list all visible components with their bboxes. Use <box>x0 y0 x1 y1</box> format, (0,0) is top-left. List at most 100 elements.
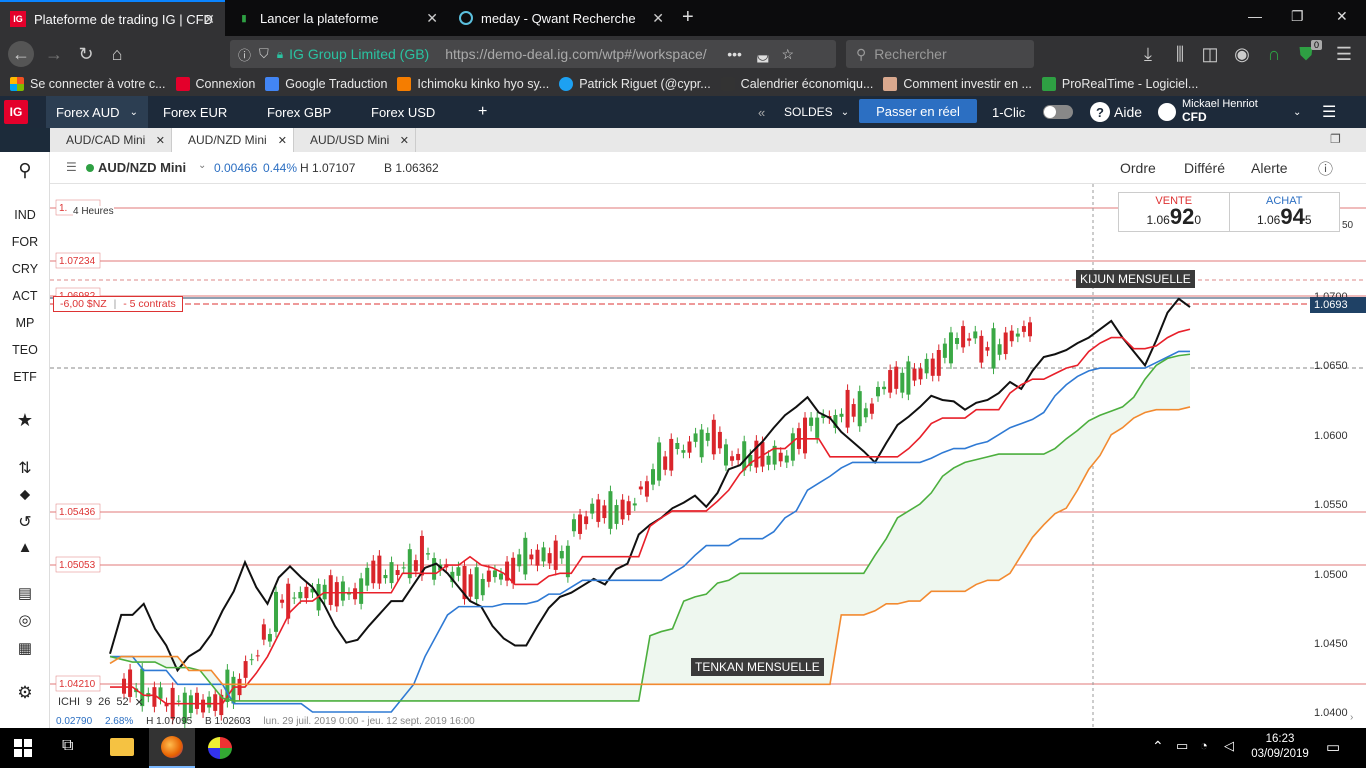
buy-button[interactable]: ACHAT 1.06945 <box>1230 193 1340 231</box>
history-icon[interactable]: ↺ <box>0 512 50 532</box>
network-icon[interactable]: ▭ <box>1176 738 1188 754</box>
pocket-icon[interactable]: ◛ <box>756 46 770 63</box>
nav-ind[interactable]: IND <box>0 208 50 222</box>
tag-icon[interactable]: ⬥ <box>0 486 50 503</box>
news-icon[interactable]: ▤ <box>0 584 50 602</box>
firefox-taskbar-icon[interactable] <box>149 728 195 768</box>
close-icon[interactable]: ✕ <box>135 696 144 709</box>
calendar-icon[interactable]: ▦ <box>0 639 50 657</box>
position-pnl-box[interactable]: -6,00 $NZ | - 5 contrats <box>53 296 183 312</box>
shield-icon[interactable]: ⛉ <box>259 46 269 62</box>
clock[interactable]: 16:23 03/09/2019 <box>1248 732 1312 762</box>
bookmark-1[interactable]: Se connecter à votre c... <box>10 77 166 91</box>
site-identity[interactable]: IG Group Limited (GB) <box>289 46 429 62</box>
nav-cry[interactable]: CRY <box>0 262 50 276</box>
add-workspace-button[interactable]: + <box>478 96 487 128</box>
market-tab-audusd[interactable]: AUD/USD Mini ✕ <box>294 128 416 152</box>
window-close-icon[interactable]: ✕ <box>1336 8 1348 25</box>
order-button[interactable]: Ordre <box>1120 160 1156 176</box>
nav-for[interactable]: FOR <box>0 235 50 249</box>
user-menu[interactable]: Mickael Henriot CFD <box>1182 98 1258 124</box>
volume-icon[interactable]: ◁ <box>1224 738 1234 754</box>
one-click-toggle[interactable] <box>1043 105 1073 119</box>
home-icon[interactable]: ⌂ <box>105 42 129 66</box>
url-bar[interactable]: ⓘ ⛉ 🔒︎ IG Group Limited (GB) https://dem… <box>230 40 836 68</box>
go-live-button[interactable]: Passer en réel <box>859 99 977 123</box>
nav-mp[interactable]: MP <box>0 316 50 330</box>
chevron-down-icon[interactable]: ⌄ <box>198 160 206 171</box>
download-icon[interactable]: ⤓ <box>1136 42 1160 66</box>
bookmark-8[interactable]: ProRealTime - Logiciel... <box>1041 77 1198 91</box>
help-icon[interactable]: ? <box>1090 102 1110 122</box>
close-icon[interactable]: ✕ <box>156 134 165 147</box>
help-label[interactable]: Aide <box>1114 96 1142 128</box>
search-input[interactable]: ⚲ Rechercher <box>846 40 1034 68</box>
browser-tab-launch[interactable]: ▮ Lancer la plateforme ✕ <box>226 0 448 36</box>
hamburger-icon[interactable]: ☰ <box>1322 96 1336 128</box>
scroll-right-icon[interactable]: › <box>1350 712 1353 723</box>
notifications-icon[interactable]: ▭ <box>1326 738 1340 756</box>
menu-icon[interactable]: ☰ <box>1332 42 1356 66</box>
alert-icon[interactable]: ▲ <box>0 539 50 556</box>
new-tab-icon[interactable]: + <box>682 6 694 29</box>
deferred-button[interactable]: Différé <box>1184 160 1225 176</box>
minimize-icon[interactable]: — <box>1248 8 1262 24</box>
wifi-icon[interactable]: ◔ <box>1200 738 1208 753</box>
panel-menu-icon[interactable]: ☰ <box>66 160 77 174</box>
sell-button[interactable]: VENTE 1.06920 <box>1119 193 1230 231</box>
double-chevron-left-icon[interactable]: « <box>758 96 765 128</box>
sidebar-icon[interactable]: ◫ <box>1198 42 1222 66</box>
transfer-icon[interactable]: ⇅ <box>0 458 50 478</box>
popout-icon[interactable]: ❐ <box>1330 132 1341 146</box>
price-chart[interactable]: 1.1.072341.069821.054361.050531.042101.0… <box>50 184 1366 728</box>
close-icon[interactable]: ✕ <box>426 10 438 27</box>
bookmark-3[interactable]: Google Traduction <box>265 77 387 91</box>
indicator-legend[interactable]: ICHI 9 26 52 ✕ <box>58 696 144 709</box>
back-icon[interactable]: ← <box>8 41 34 67</box>
forward-icon[interactable]: → <box>42 42 66 66</box>
ig-logo[interactable]: IG <box>4 100 28 124</box>
chevron-down-icon[interactable]: ⌄ <box>1293 96 1301 128</box>
alert-button[interactable]: Alerte <box>1251 160 1288 176</box>
browser-tab-qwant[interactable]: meday - Qwant Recherche ✕ <box>449 0 674 36</box>
account-icon[interactable]: ◉ <box>1230 42 1254 66</box>
headphones-icon[interactable]: ∩ <box>1262 42 1286 66</box>
user-avatar-icon[interactable] <box>1158 103 1176 121</box>
bookmark-7[interactable]: Comment investir en ... <box>883 77 1032 91</box>
broadcast-icon[interactable]: ◎ <box>0 611 50 629</box>
bookmark-4[interactable]: Ichimoku kinko hyo sy... <box>397 77 549 91</box>
browser-tab-ig[interactable]: IG Plateforme de trading IG | CFD ✕ <box>0 0 225 36</box>
close-icon[interactable]: ✕ <box>652 10 664 27</box>
workspace-tab-aud[interactable]: Forex AUD ⌄ <box>46 96 148 128</box>
close-icon[interactable]: ✕ <box>400 134 409 147</box>
more-icon[interactable]: ••• <box>727 46 742 62</box>
close-icon[interactable]: ✕ <box>278 134 287 147</box>
file-explorer-icon[interactable] <box>110 738 134 756</box>
balances-dropdown[interactable]: SOLDES ⌄ <box>784 96 849 128</box>
nav-teo[interactable]: TEO <box>0 343 50 357</box>
workspace-tab-usd[interactable]: Forex USD <box>371 96 435 128</box>
tray-chevron-icon[interactable]: ⌃ <box>1152 738 1164 755</box>
bookmark-5[interactable]: Patrick Riguet (@cypr... <box>559 77 711 91</box>
task-view-icon[interactable]: ⧉ <box>62 737 73 755</box>
info-icon[interactable]: ⓘ <box>1318 158 1333 179</box>
search-icon[interactable]: ⚲ <box>0 160 50 181</box>
maximize-icon[interactable]: ❐ <box>1291 8 1304 25</box>
market-tab-audcad[interactable]: AUD/CAD Mini ✕ <box>50 128 172 152</box>
market-tab-audnzd[interactable]: AUD/NZD Mini ✕ <box>172 128 294 152</box>
nav-etf[interactable]: ETF <box>0 370 50 384</box>
timeframe-label[interactable]: 4 Heures <box>73 206 114 217</box>
bookmark-2[interactable]: Connexion <box>175 77 255 91</box>
workspace-tab-eur[interactable]: Forex EUR <box>163 96 227 128</box>
reload-icon[interactable]: ↻ <box>74 42 98 66</box>
paint-taskbar-icon[interactable] <box>208 737 232 759</box>
bookmark-6[interactable]: Calendrier économiqu... <box>720 77 873 91</box>
windows-start-icon[interactable] <box>14 739 32 757</box>
workspace-tab-gbp[interactable]: Forex GBP <box>267 96 331 128</box>
nav-act[interactable]: ACT <box>0 289 50 303</box>
settings-gear-icon[interactable]: ⚙ <box>0 683 50 703</box>
info-icon[interactable]: ⓘ <box>238 45 251 64</box>
close-icon[interactable]: ✕ <box>203 11 215 28</box>
star-icon[interactable]: ☆ <box>782 46 795 63</box>
url-text[interactable]: https://demo-deal.ig.com/wtp#/workspace/ <box>445 46 713 62</box>
